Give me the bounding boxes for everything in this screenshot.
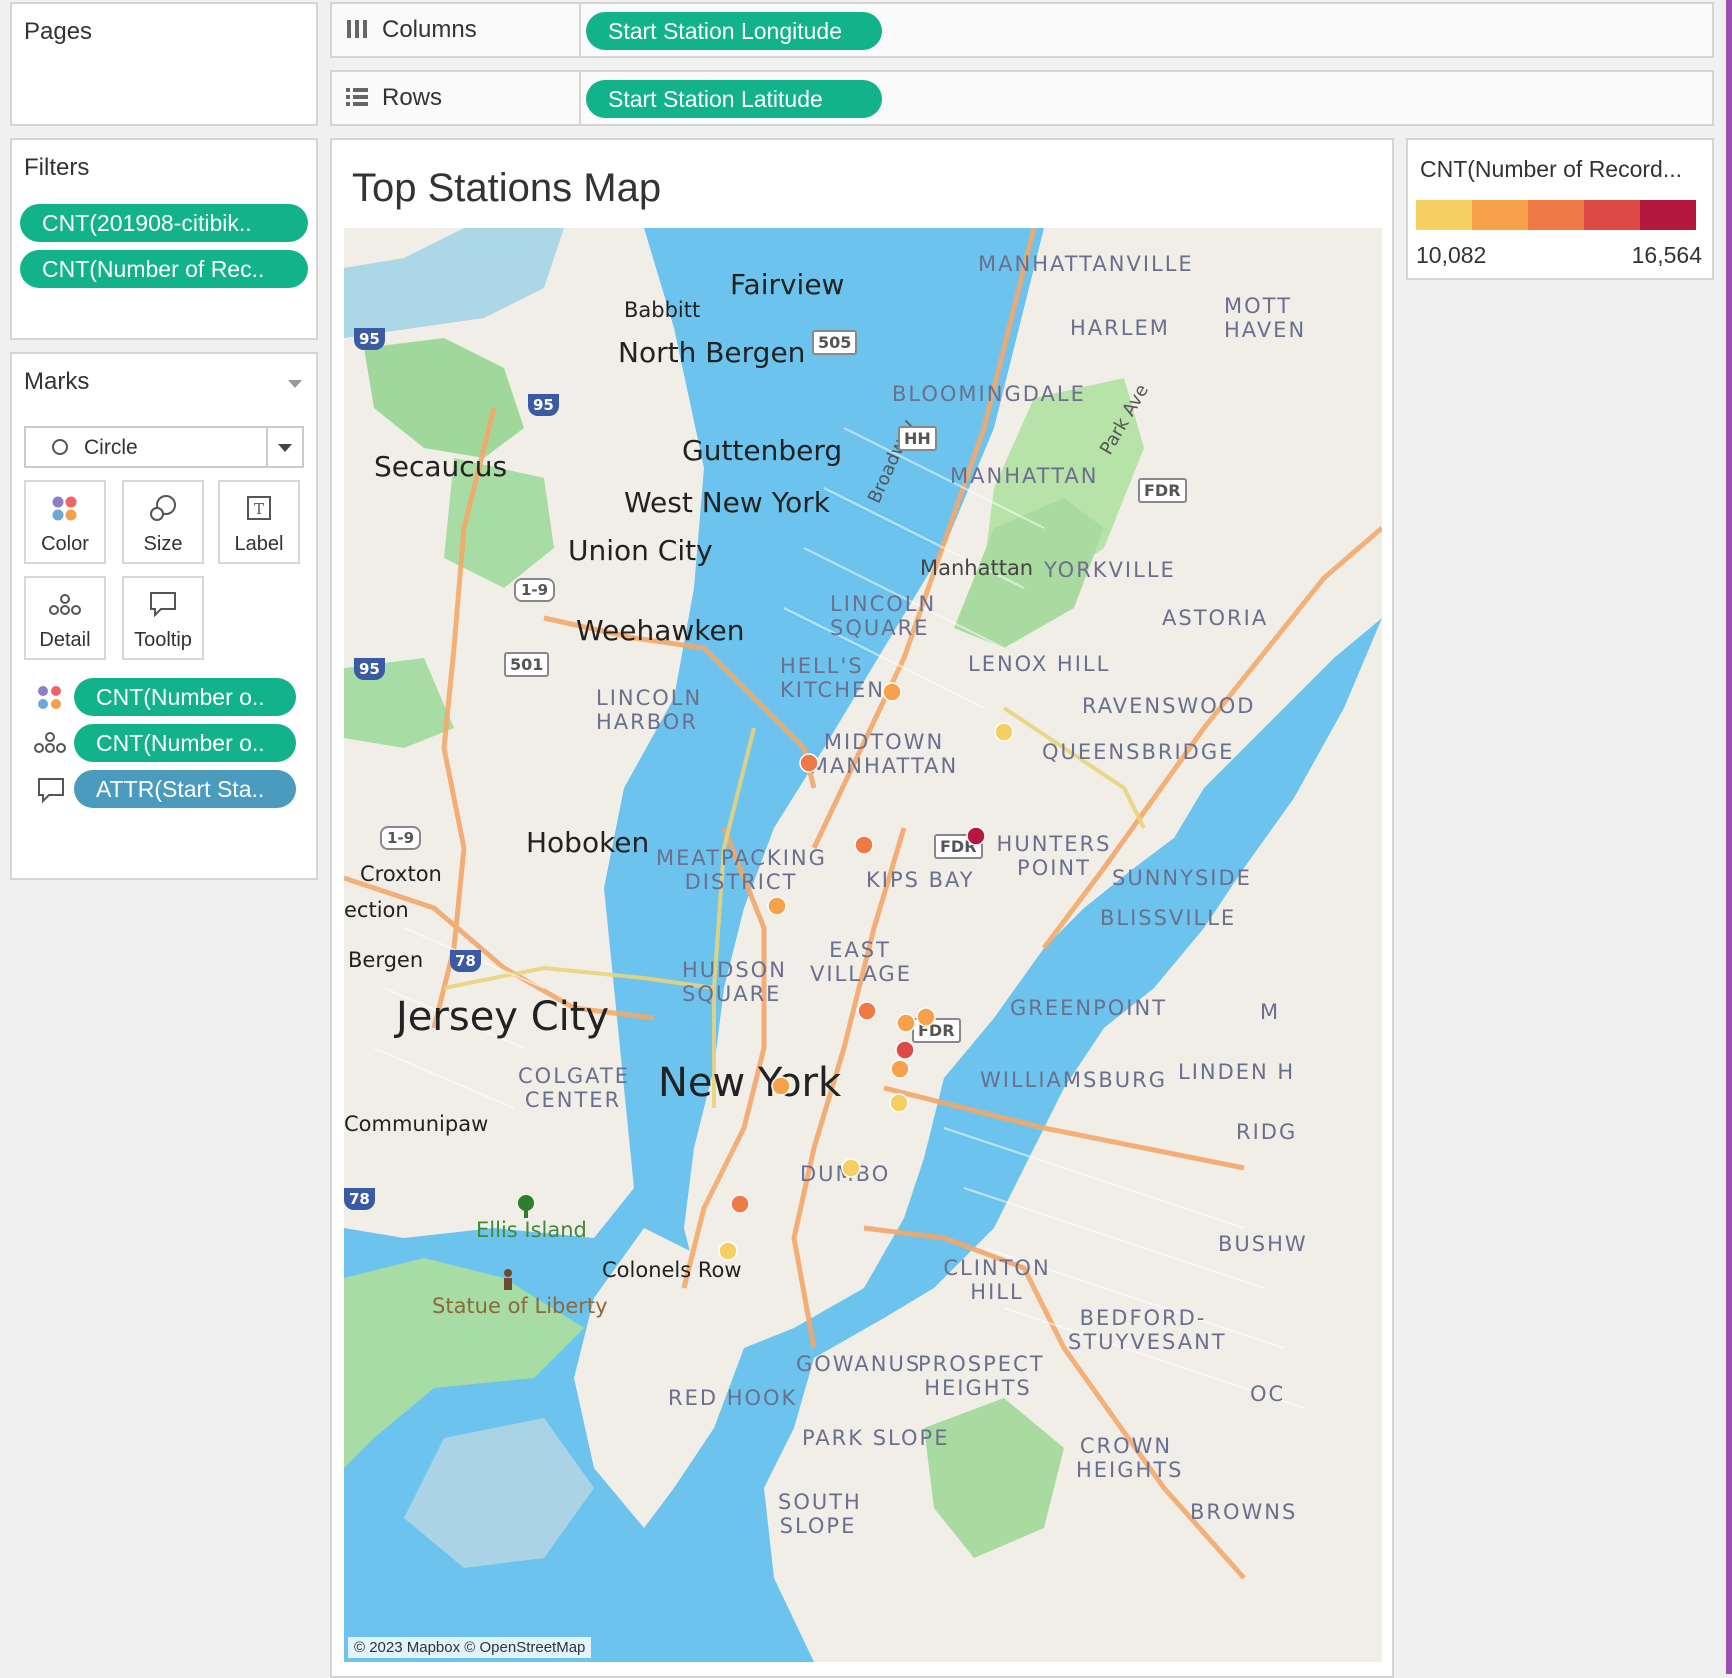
field-tooltip-icon	[38, 778, 64, 804]
filter-pill-2[interactable]: CNT(Number of Rec..	[20, 250, 308, 288]
station-points	[718, 682, 1014, 1261]
chevron-down-icon	[278, 444, 292, 452]
size-icon	[150, 495, 176, 521]
detail-button[interactable]: Detail	[24, 576, 106, 660]
pages-title: Pages	[24, 18, 93, 45]
station-14[interactable]	[841, 1158, 861, 1178]
rows-divider	[579, 72, 581, 124]
text-label-icon: T	[247, 496, 271, 520]
station-3[interactable]	[994, 722, 1014, 742]
station-11[interactable]	[890, 1059, 910, 1079]
station-4[interactable]	[854, 835, 874, 855]
station-8[interactable]	[896, 1013, 916, 1033]
station-9[interactable]	[916, 1007, 936, 1027]
field-detail-icon	[34, 732, 66, 753]
detail-button-label: Detail	[39, 629, 91, 651]
svg-text:T: T	[254, 500, 264, 518]
station-5[interactable]	[966, 826, 986, 846]
filters-panel: Filters CNT(201908-citibik.. CNT(Number …	[10, 138, 318, 340]
legend-max: 16,564	[1631, 242, 1702, 268]
legend-min: 10,082	[1416, 242, 1487, 268]
mark-type-label: Circle	[84, 436, 138, 459]
mark-type-dropdown[interactable]: Circle	[24, 426, 304, 468]
map-view[interactable]: Fairview Babbitt North Bergen Guttenberg…	[344, 228, 1382, 1662]
station-16[interactable]	[718, 1241, 738, 1261]
size-button[interactable]: Size	[122, 480, 204, 564]
columns-divider	[579, 4, 581, 56]
field-color-icon	[38, 686, 61, 709]
detail-icon	[49, 594, 81, 615]
station-15[interactable]	[730, 1194, 750, 1214]
columns-field-pill[interactable]: Start Station Longitude	[586, 12, 882, 50]
color-button[interactable]: Color	[24, 480, 106, 564]
columns-icon	[347, 20, 367, 38]
tooltip-button-label: Tooltip	[134, 629, 192, 651]
rows-field-pill[interactable]: Start Station Latitude	[586, 80, 882, 118]
label-button[interactable]: T Label	[218, 480, 300, 564]
legend-title: CNT(Number of Record...	[1420, 156, 1683, 182]
station-13[interactable]	[889, 1093, 909, 1113]
marks-field-color[interactable]: CNT(Number o..	[74, 678, 296, 716]
marks-menu-chevron-icon[interactable]	[288, 380, 302, 388]
legend-swatch-1	[1416, 200, 1472, 230]
filter-pill-1[interactable]: CNT(201908-citibik..	[20, 204, 308, 242]
map-attribution[interactable]: © 2023 Mapbox © OpenStreetMap	[348, 1637, 592, 1658]
color-icon	[52, 496, 77, 521]
legend-swatch-4	[1584, 200, 1640, 230]
dropdown-divider	[266, 428, 268, 466]
columns-label: Columns	[382, 16, 477, 43]
color-legend[interactable]: CNT(Number of Record... 10,082 16,564	[1406, 138, 1714, 280]
circle-icon	[52, 439, 68, 455]
legend-swatch-2	[1472, 200, 1528, 230]
sheet-view: Top Stations Map Fairview Babbitt North …	[330, 138, 1394, 1678]
legend-swatch-3	[1528, 200, 1584, 230]
rows-label: Rows	[382, 84, 443, 111]
columns-shelf[interactable]: Columns Start Station Longitude	[330, 2, 1714, 58]
right-scroll-edge	[1726, 0, 1732, 1674]
marks-field-tooltip[interactable]: ATTR(Start Sta..	[74, 770, 296, 808]
station-12[interactable]	[771, 1076, 791, 1096]
rows-shelf[interactable]: Rows Start Station Latitude	[330, 70, 1714, 126]
color-button-label: Color	[41, 533, 89, 555]
marks-title: Marks	[24, 368, 90, 395]
legend-swatch-5	[1640, 200, 1696, 230]
size-button-label: Size	[143, 533, 183, 555]
station-6[interactable]	[767, 896, 787, 916]
station-7[interactable]	[857, 1001, 877, 1021]
tooltip-button[interactable]: Tooltip	[122, 576, 204, 660]
marks-panel: Marks Circle Color Size T Label Detail T…	[10, 352, 318, 880]
sheet-title: Top Stations Map	[352, 166, 662, 210]
pages-panel[interactable]: Pages	[10, 2, 318, 126]
marks-field-detail[interactable]: CNT(Number o..	[74, 724, 296, 762]
station-1[interactable]	[799, 753, 819, 773]
rows-icon	[346, 88, 368, 106]
label-button-label: Label	[234, 533, 284, 555]
filters-title: Filters	[24, 154, 90, 181]
station-2[interactable]	[882, 682, 902, 702]
tooltip-icon	[150, 592, 176, 618]
station-10[interactable]	[895, 1040, 915, 1060]
